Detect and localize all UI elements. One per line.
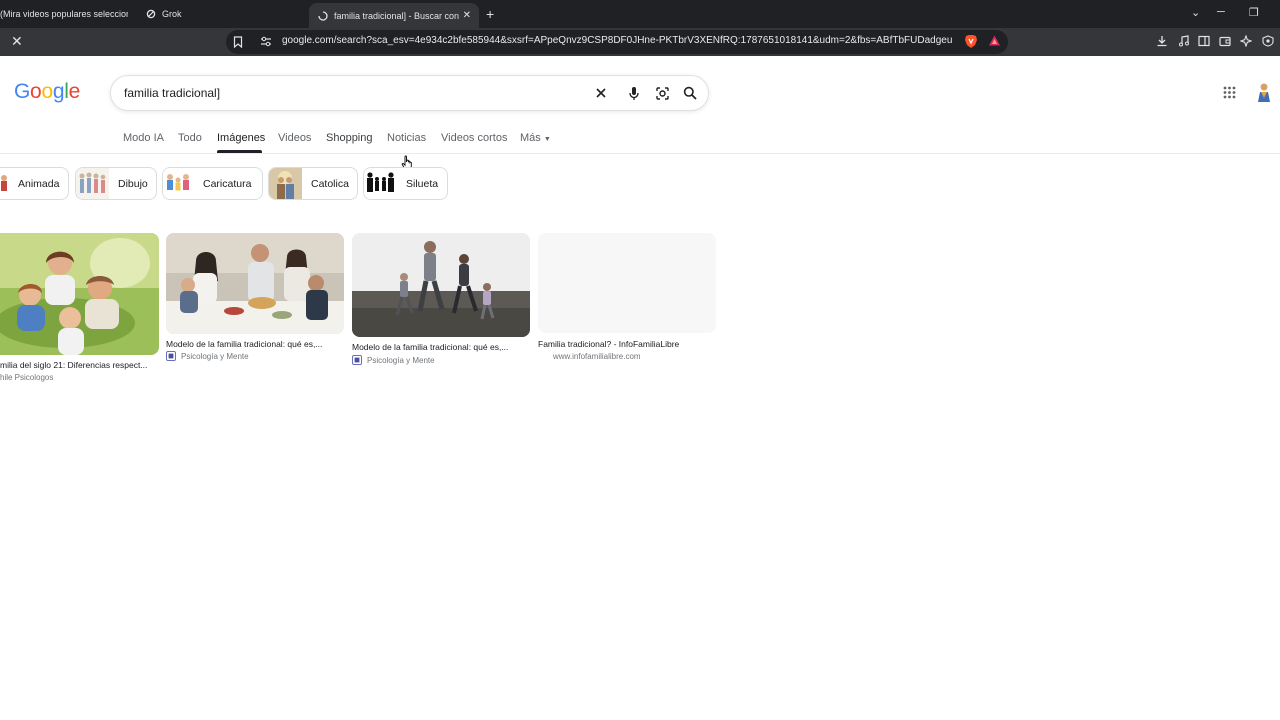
result-source[interactable]: hile Psicologos [0,373,53,382]
tab-todo[interactable]: Todo [178,132,202,144]
result-image[interactable] [0,233,159,355]
tab-search-chevron-icon[interactable]: ⌄ [1191,6,1200,19]
brave-shields-icon[interactable] [964,34,978,49]
chip-label: Silueta [406,177,439,190]
tab-grok[interactable]: Grok [146,0,296,28]
tab-noticias[interactable]: Noticias [387,132,426,144]
logo-letter: o [41,80,53,103]
tab-videos[interactable]: Videos [278,132,311,144]
chip-thumbnail [0,168,9,199]
chip-label: Catolica [311,177,349,190]
lens-camera-icon[interactable] [655,86,670,101]
result-title[interactable]: Modelo de la familia tradicional: qué es… [166,339,338,349]
search-icon[interactable] [683,86,697,100]
tab-google-search[interactable]: familia tradicional] - Buscar con G ✕ [309,3,479,28]
chip-catolica[interactable]: Catolica [268,167,358,200]
clear-icon[interactable] [594,86,608,100]
result-image-placeholder[interactable] [538,233,716,333]
browser-tab-bar: (Mira videos populares seleccionad Grok … [0,0,1280,28]
bookmark-icon[interactable] [233,36,243,48]
chip-dibujo[interactable]: Dibujo [75,167,157,200]
download-icon[interactable] [1156,35,1168,47]
result-source[interactable]: Psicología y Mente [181,352,249,361]
tabs-divider [0,153,1280,154]
new-tab-button[interactable]: + [486,6,494,22]
chip-label: Dibujo [118,177,148,190]
psicologia-y-mente-favicon-icon [352,355,362,365]
chip-thumbnail [163,168,194,199]
result-thumbnail [0,233,159,355]
search-box[interactable]: familia tradicional] [110,75,709,111]
tab-title: familia tradicional] - Buscar con G [334,10,462,21]
account-avatar[interactable] [1252,80,1276,104]
tab-title: (Mira videos populares seleccionad [0,9,128,19]
url-text[interactable]: google.com/search?sca_esv=4e934c2bfe5859… [282,35,952,46]
caret-down-icon: ▼ [543,136,551,143]
result-title[interactable]: Familia tradicional? - InfoFamiliaLibre [538,339,716,349]
google-logo[interactable]: Google [14,80,80,104]
tab-imagenes[interactable]: Imágenes [217,132,265,144]
tab-mas-label: Más [520,132,541,144]
result-source[interactable]: www.infofamilialibre.com [553,352,641,361]
google-apps-icon[interactable] [1223,86,1236,99]
chip-silueta[interactable]: Silueta [363,167,448,200]
logo-letter: o [30,80,42,103]
chip-thumbnail [76,168,109,199]
logo-letter: G [14,80,31,103]
brave-rewards-icon[interactable] [988,34,1001,47]
leo-ai-icon[interactable] [1240,35,1252,47]
chip-thumbnail [364,168,397,199]
search-input[interactable]: familia tradicional] [124,86,220,100]
result-image[interactable] [352,233,530,337]
result-image[interactable] [166,233,344,334]
result-source[interactable]: Psicología y Mente [367,356,435,365]
tab-shopping[interactable]: Shopping [326,132,373,144]
sidebar-icon[interactable] [1198,35,1210,47]
stop-loading-button[interactable]: ✕ [11,33,23,50]
chip-animada[interactable]: Animada [0,167,69,200]
site-info-icon[interactable] [260,36,272,47]
chip-caricatura[interactable]: Caricatura [162,167,263,200]
tab-title: Grok [162,9,182,19]
tab-mas[interactable]: Más ▼ [520,132,551,144]
media-control-icon[interactable] [1178,35,1190,47]
result-thumbnail [166,233,344,334]
close-tab-icon[interactable]: ✕ [463,10,471,21]
result-thumbnail [352,233,530,337]
logo-letter: e [68,80,81,103]
tab-modo-ia[interactable]: Modo IA [123,132,164,144]
chip-label: Animada [18,177,60,190]
logo-letter: g [52,80,65,103]
minimize-button[interactable]: ─ [1217,6,1225,18]
grok-icon [146,9,156,19]
tab-youtube[interactable]: (Mira videos populares seleccionad [0,0,128,28]
tab-videos-cortos[interactable]: Videos cortos [441,132,507,144]
microphone-icon[interactable] [628,86,640,101]
result-title[interactable]: milia del siglo 21: Diferencias respect.… [0,360,157,370]
vpn-shield-icon[interactable] [1262,35,1274,47]
chip-label: Caricatura [203,177,252,190]
result-title[interactable]: Modelo de la familia tradicional: qué es… [352,342,524,352]
loading-icon [318,10,328,21]
wallet-icon[interactable] [1219,35,1231,47]
browser-toolbar: ✕ google.com/search?sca_esv=4e934c2bfe58… [0,28,1280,56]
chip-thumbnail [269,168,302,199]
restore-button[interactable]: ❐ [1249,6,1259,19]
psicologia-y-mente-favicon-icon [166,351,176,361]
